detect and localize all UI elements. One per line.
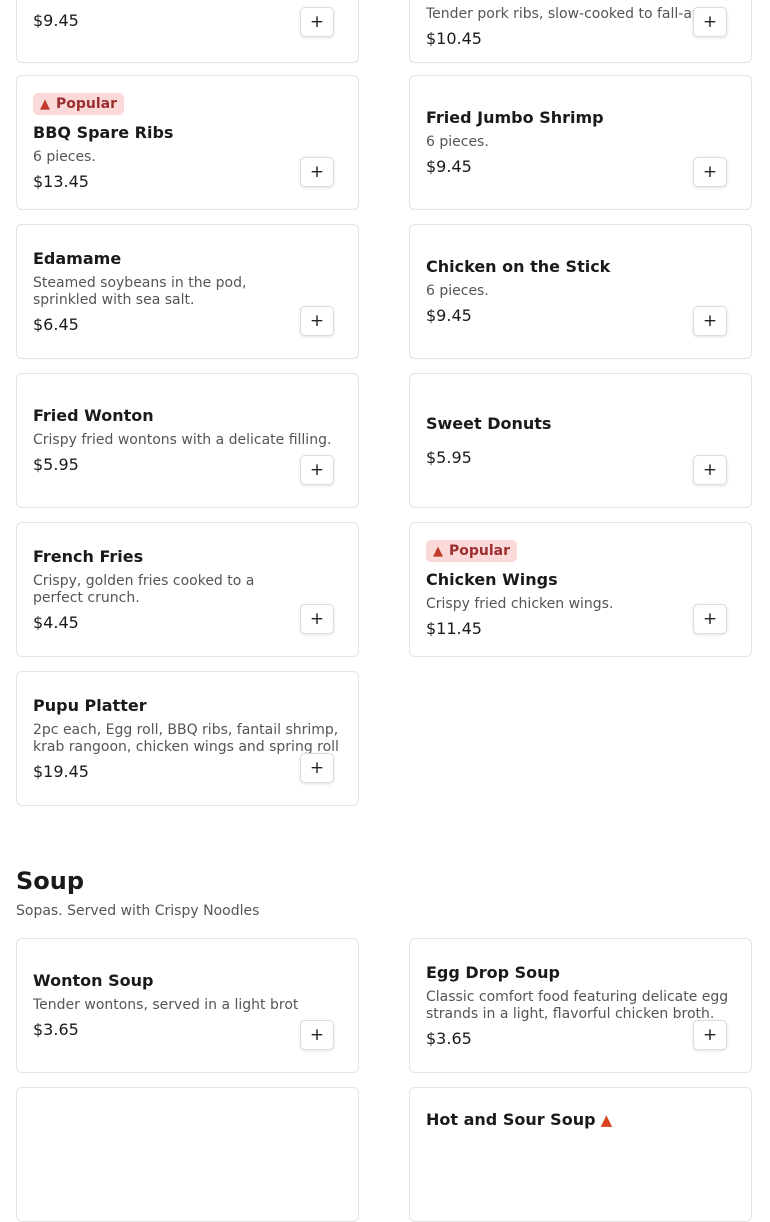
- item-title: Sweet Donuts: [426, 413, 552, 433]
- add-to-cart-button[interactable]: +: [300, 604, 334, 634]
- add-to-cart-button[interactable]: +: [693, 455, 727, 485]
- item-price: $10.45: [426, 29, 482, 48]
- add-to-cart-button[interactable]: +: [300, 157, 334, 187]
- item-price: $5.95: [426, 447, 472, 467]
- item-price: $5.95: [33, 455, 79, 474]
- item-price: $9.45: [426, 157, 472, 176]
- menu-item-card[interactable]: ▲ Popular Chicken Wings Crispy fried chi…: [409, 522, 752, 657]
- item-description: Tender wontons, served in a light broth.: [33, 997, 298, 1013]
- add-to-cart-button[interactable]: +: [300, 753, 334, 783]
- menu-item-card[interactable]: Fried Wonton Crispy fried wontons with a…: [16, 373, 359, 508]
- menu-item-card[interactable]: French Fries Crispy, golden fries cooked…: [16, 522, 359, 657]
- item-title: French Fries: [33, 546, 144, 566]
- item-description: 6 pieces.: [426, 283, 489, 299]
- item-description: 2pc each, Egg roll, BBQ ribs, fantail sh…: [33, 721, 339, 755]
- add-to-cart-button[interactable]: +: [300, 7, 334, 37]
- badge-label: Popular: [449, 543, 511, 559]
- item-price: $6.45: [33, 314, 79, 334]
- item-description: Tender pork ribs, slow-cooked to fall-ap…: [426, 6, 726, 22]
- menu-item-card[interactable]: Egg Drop Soup Classic comfort food featu…: [409, 938, 752, 1073]
- item-description: 6 pieces.: [426, 134, 489, 150]
- menu-item-card[interactable]: [16, 1087, 359, 1222]
- item-title: Edamame: [33, 248, 122, 268]
- item-price: $9.45: [33, 11, 79, 30]
- item-price: $19.45: [33, 761, 89, 781]
- add-to-cart-button[interactable]: +: [300, 455, 334, 485]
- item-title: Chicken Wings: [426, 570, 558, 589]
- item-price: $3.65: [33, 1020, 79, 1039]
- item-description: Crispy fried wontons with a delicate fil…: [33, 432, 332, 448]
- menu-item-card[interactable]: Chicken on the Stick 6 pieces. $9.45 +: [409, 224, 752, 359]
- item-description: Crispy fried chicken wings.: [426, 596, 614, 612]
- menu-item-card[interactable]: Edamame Steamed soybeans in the pod, spr…: [16, 224, 359, 359]
- item-title: Chicken on the Stick: [426, 257, 611, 276]
- add-to-cart-button[interactable]: +: [300, 306, 334, 336]
- item-description: 6 pieces.: [33, 149, 96, 165]
- badge-label: Popular: [56, 96, 118, 112]
- item-title: Egg Drop Soup: [426, 962, 560, 982]
- add-to-cart-button[interactable]: +: [693, 7, 727, 37]
- menu-item-card[interactable]: ▲ Popular BBQ Spare Ribs 6 pieces. $13.4…: [16, 75, 359, 210]
- item-price: $4.45: [33, 612, 79, 632]
- item-title: Fried Wonton: [33, 406, 154, 425]
- menu-item-card[interactable]: Pupu Platter 2pc each, Egg roll, BBQ rib…: [16, 671, 359, 806]
- add-to-cart-button[interactable]: +: [693, 157, 727, 187]
- menu-item-card[interactable]: Sweet Donuts $5.95 +: [409, 373, 752, 508]
- menu-item-card[interactable]: Hot and Sour Soup ▲: [409, 1087, 752, 1222]
- menu-item-card[interactable]: Wonton Soup Tender wontons, served in a …: [16, 938, 359, 1073]
- add-to-cart-button[interactable]: +: [693, 604, 727, 634]
- item-title: Wonton Soup: [33, 971, 154, 990]
- menu-item-card[interactable]: $9.45 +: [16, 0, 359, 63]
- item-title: Hot and Sour Soup: [426, 1110, 596, 1129]
- section-title: Soup: [16, 867, 85, 895]
- menu-item-card[interactable]: Tender pork ribs, slow-cooked to fall-ap…: [409, 0, 752, 63]
- add-to-cart-button[interactable]: +: [300, 1020, 334, 1050]
- item-title: Fried Jumbo Shrimp: [426, 108, 604, 127]
- fire-icon: ▲: [433, 543, 443, 559]
- menu-item-card[interactable]: Fried Jumbo Shrimp 6 pieces. $9.45 +: [409, 75, 752, 210]
- item-price: $11.45: [426, 619, 482, 638]
- item-description: Classic comfort food featuring delicate …: [426, 988, 729, 1022]
- add-to-cart-button[interactable]: +: [693, 1020, 727, 1050]
- section-subtitle: Sopas. Served with Crispy Noodles: [16, 903, 260, 919]
- item-price: $13.45: [33, 172, 89, 191]
- add-to-cart-button[interactable]: +: [693, 306, 727, 336]
- fire-icon: ▲: [40, 96, 50, 112]
- item-description: Crispy, golden fries cooked to a perfect…: [33, 572, 255, 606]
- item-price: $3.65: [426, 1028, 472, 1048]
- item-title: BBQ Spare Ribs: [33, 123, 174, 142]
- popular-badge: ▲ Popular: [426, 540, 518, 562]
- popular-badge: ▲ Popular: [33, 93, 125, 115]
- item-price: $9.45: [426, 306, 472, 325]
- item-title: Pupu Platter: [33, 695, 147, 715]
- spicy-icon: ▲: [600, 1111, 613, 1129]
- item-description: Steamed soybeans in the pod, sprinkled w…: [33, 274, 247, 308]
